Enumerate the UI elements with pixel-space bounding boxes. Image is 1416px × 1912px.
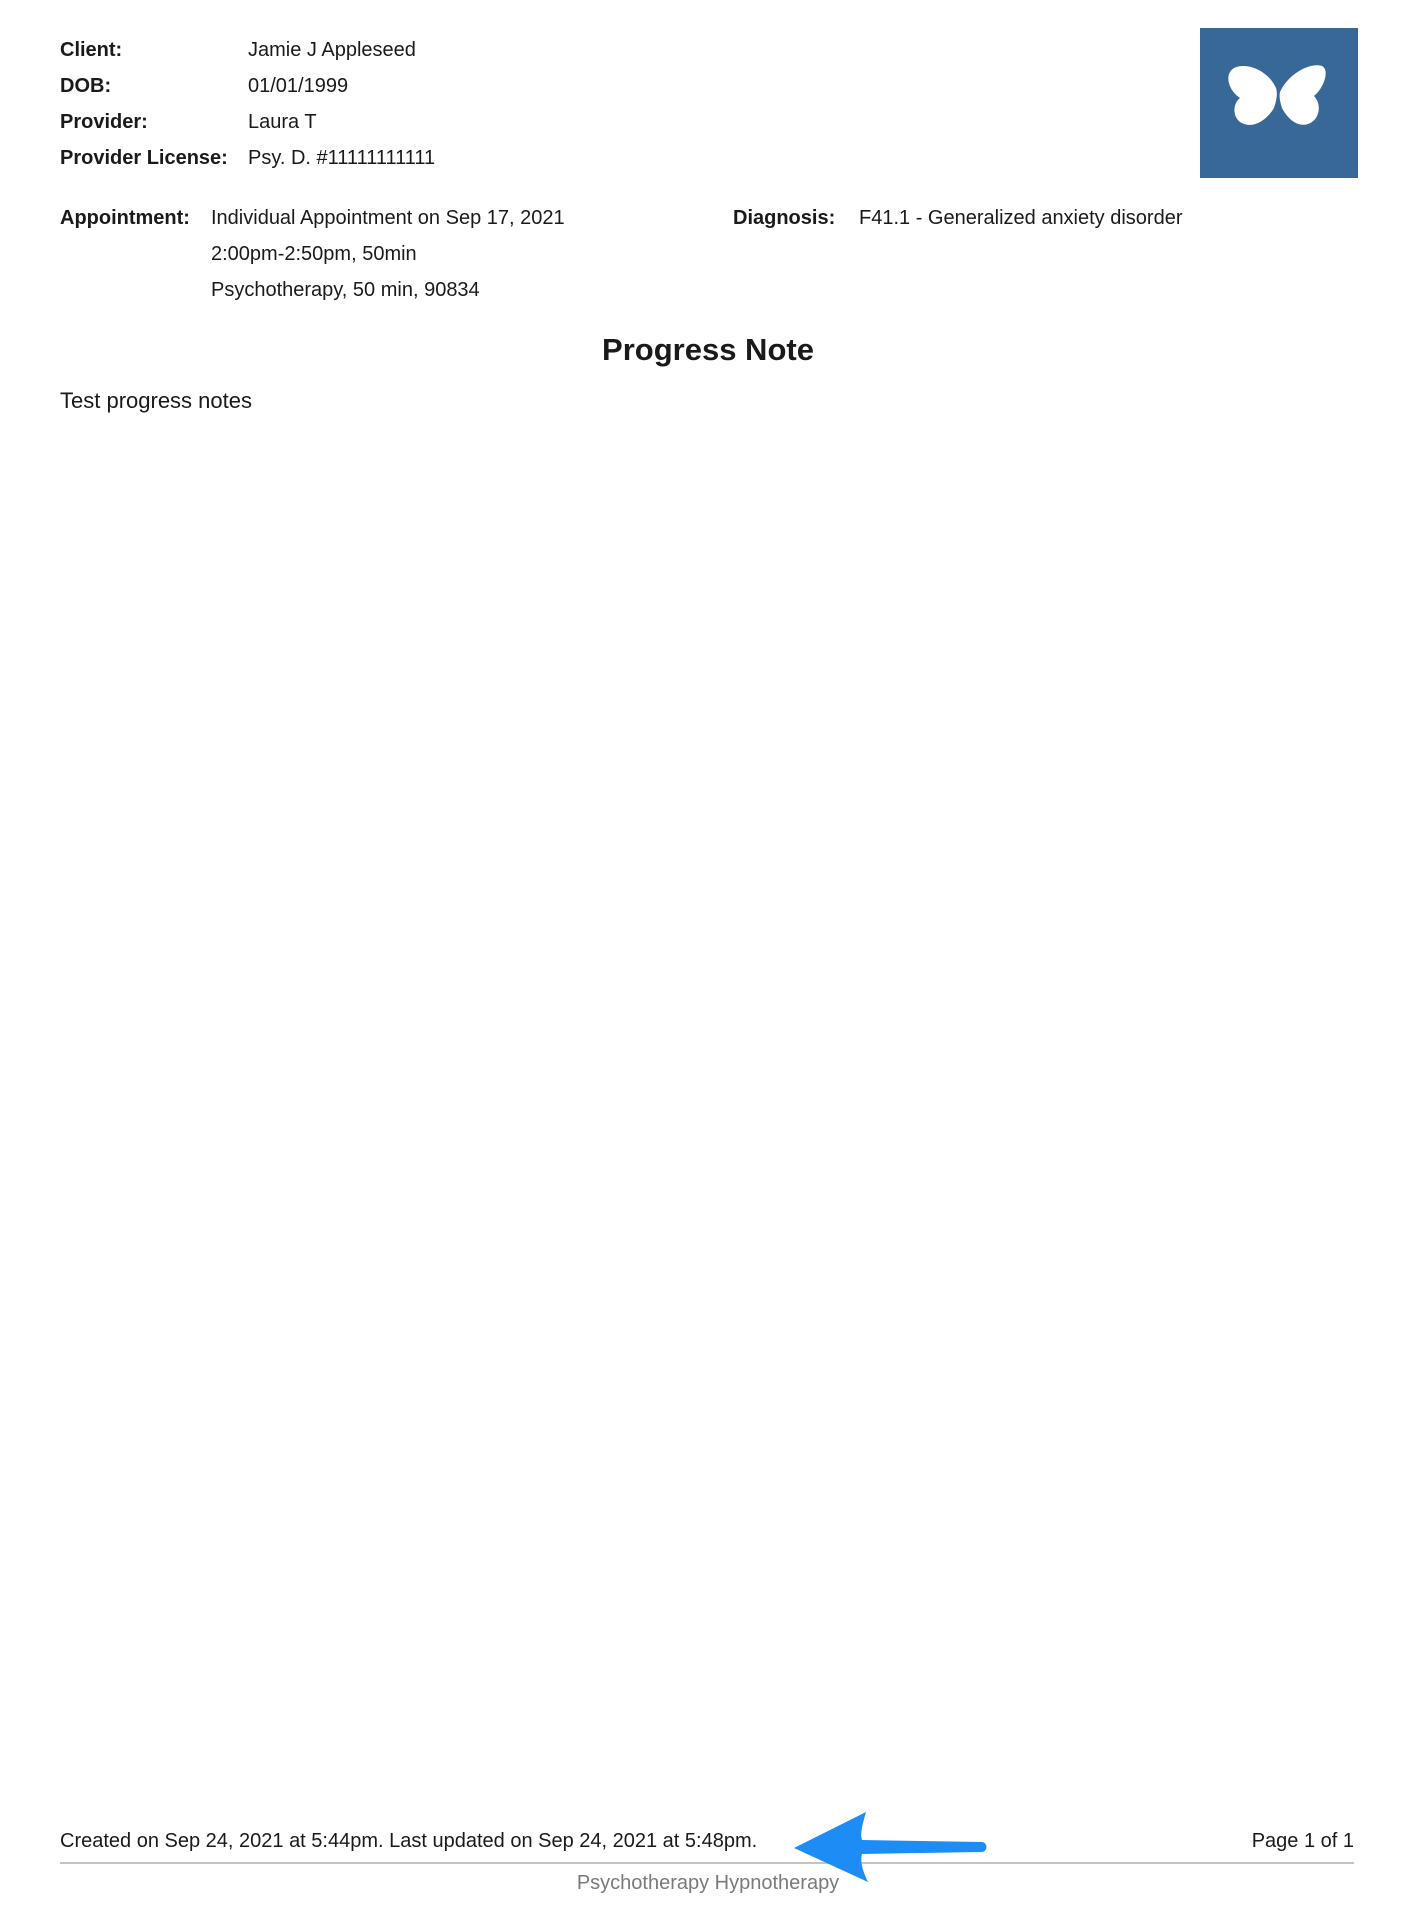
provider-label: Provider: (60, 111, 148, 133)
client-label: Client: (60, 39, 123, 61)
client-row: Client: Jamie J Appleseed (60, 32, 435, 68)
provider-value: Laura T (248, 111, 317, 133)
diagnosis-label: Diagnosis: (733, 207, 836, 229)
page-title: Progress Note (602, 332, 814, 367)
butterfly-icon (1228, 65, 1326, 125)
arrow-left-icon (794, 1812, 987, 1882)
appointment-line: 2:00pm-2:50pm, 50min (211, 243, 417, 265)
dob-value: 01/01/1999 (248, 75, 349, 97)
note-body: Test progress notes (60, 388, 252, 413)
client-value: Jamie J Appleseed (248, 39, 416, 61)
provider-license-value: Psy. D. #11111111111 (248, 147, 436, 169)
provider-license-label: Provider License: (60, 147, 228, 169)
dob-row: DOB: 01/01/1999 (60, 68, 435, 104)
practice-logo (1200, 28, 1358, 178)
appointment-details: Individual Appointment on Sep 17, 2021 2… (211, 200, 565, 308)
provider-row: Provider: Laura T (60, 104, 435, 140)
appointment-section: Appointment: Individual Appointment on S… (60, 200, 565, 308)
footer-divider (60, 1862, 1354, 1864)
client-info: Client: Jamie J Appleseed DOB: 01/01/199… (60, 32, 435, 176)
dob-label: DOB: (60, 75, 112, 97)
diagnosis-value: F41.1 - Generalized anxiety disorder (859, 207, 1183, 229)
page-number: Page 1 of 1 (1251, 1830, 1354, 1852)
appointment-line: Psychotherapy, 50 min, 90834 (211, 279, 480, 301)
practice-name: Psychotherapy Hypnotherapy (576, 1872, 840, 1894)
diagnosis-section: Diagnosis: F41.1 - Generalized anxiety d… (733, 200, 1183, 236)
footer-timestamps: Created on Sep 24, 2021 at 5:44pm. Last … (60, 1830, 758, 1852)
appointment-line: Individual Appointment on Sep 17, 2021 (211, 207, 565, 229)
document-page: Client: Jamie J Appleseed DOB: 01/01/199… (0, 0, 1416, 1912)
appointment-label: Appointment: (60, 207, 190, 229)
provider-license-row: Provider License: Psy. D. #11111111111 (60, 140, 435, 176)
